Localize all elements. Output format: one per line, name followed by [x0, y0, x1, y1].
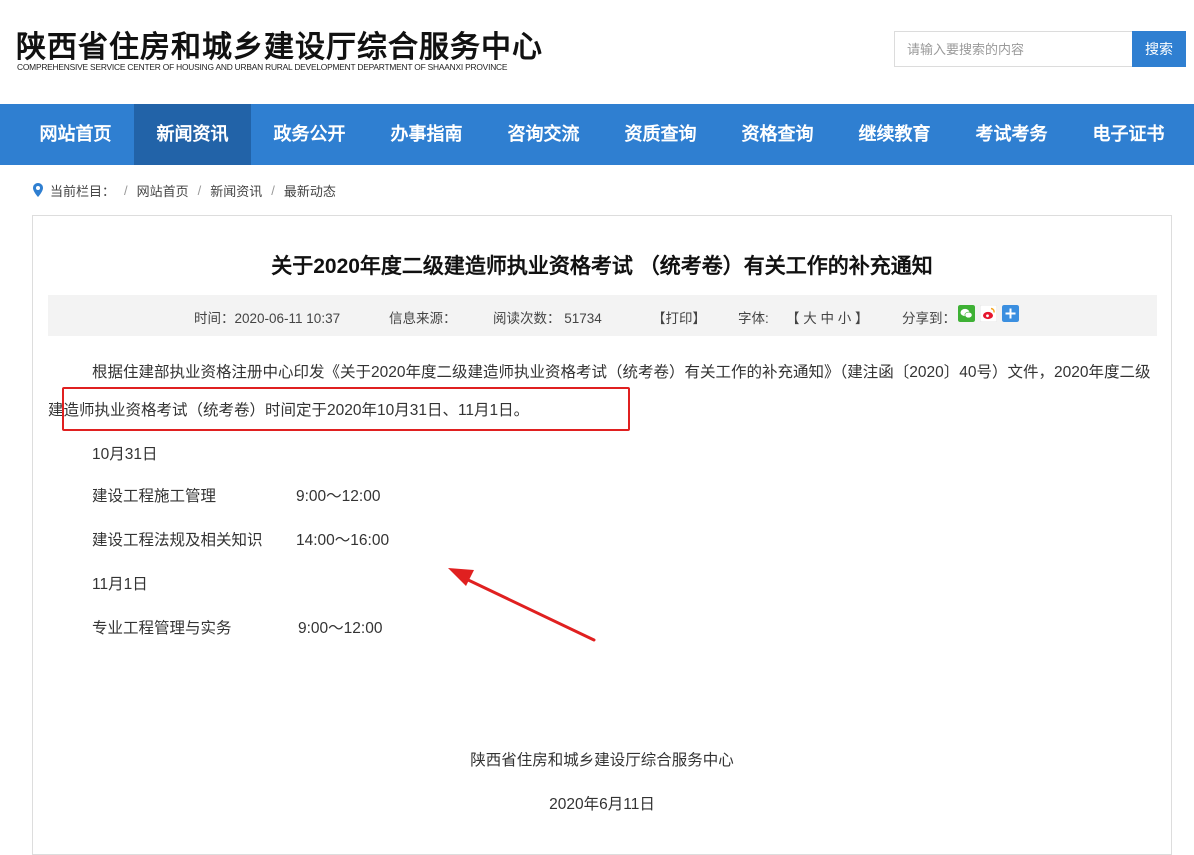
meta-share-label: 分享到：: [902, 311, 956, 326]
schedule-time: 9:00～12:00: [298, 620, 383, 637]
breadcrumb-home[interactable]: 网站首页: [137, 181, 189, 200]
print-link[interactable]: 【打印】: [652, 307, 706, 327]
weibo-icon[interactable]: [980, 305, 997, 322]
share-icons: [958, 305, 1019, 322]
breadcrumb-label: 当前栏目：: [50, 183, 116, 199]
meta-source: 信息来源：: [389, 311, 457, 326]
meta-time: 时间：2020-06-11 10:37: [194, 311, 341, 326]
article-title: 关于2020年度二级建造师执业资格考试 （统考卷）有关工作的补充通知: [271, 255, 933, 278]
nav-item-government-affairs[interactable]: 政务公开: [251, 104, 368, 165]
meta-font-label: 字体:: [738, 311, 769, 326]
wechat-icon[interactable]: [958, 305, 975, 322]
breadcrumb-news[interactable]: 新闻资讯: [210, 181, 262, 200]
nav-item-consultation[interactable]: 咨询交流: [485, 104, 602, 165]
nav-item-continuing-education[interactable]: 继续教育: [836, 104, 953, 165]
more-share-icon[interactable]: [1002, 305, 1019, 322]
schedule-subject: 专业工程管理与实务: [92, 620, 232, 637]
breadcrumb-separator: /: [271, 182, 275, 198]
schedule-time: 14:00～16:00: [296, 532, 390, 549]
main-nav: 网站首页 新闻资讯 政务公开 办事指南 咨询交流 资质查询 资格查询 继续教育 …: [0, 104, 1194, 165]
article-signature: 陕西省住房和城乡建设厅综合服务中心: [470, 752, 734, 769]
breadcrumb-separator: /: [124, 182, 128, 198]
breadcrumb-separator: /: [197, 182, 202, 198]
schedule-day-1: 10月31日: [92, 446, 158, 463]
nav-item-qualification-query[interactable]: 资质查询: [602, 104, 719, 165]
nav-item-home[interactable]: 网站首页: [17, 104, 134, 165]
article-container: 关于2020年度二级建造师执业资格考试 （统考卷）有关工作的补充通知 时间：20…: [32, 215, 1172, 855]
schedule-subject: 建设工程施工管理: [92, 488, 217, 505]
location-pin-icon: [33, 183, 43, 197]
nav-item-e-certificate[interactable]: 电子证书: [1070, 104, 1187, 165]
site-logo-title[interactable]: 陕西省住房和城乡建设厅综合服务中心: [16, 22, 543, 66]
search-input[interactable]: [894, 31, 1132, 67]
site-logo-subtitle: COMPREHENSIVE SERVICE CENTER OF HOUSING …: [17, 62, 508, 72]
site-header: 陕西省住房和城乡建设厅综合服务中心 COMPREHENSIVE SERVICE …: [0, 0, 1194, 104]
article-paragraph: 根据住建部执业资格注册中心印发《关于2020年度二级建造师执业资格考试（统考卷）…: [48, 364, 1151, 419]
breadcrumb-latest[interactable]: 最新动态: [284, 181, 336, 200]
schedule-subject: 建设工程法规及相关知识: [92, 532, 263, 549]
search-button[interactable]: 搜索: [1132, 31, 1186, 67]
font-size-selector[interactable]: 【 大 中 小 】: [786, 307, 869, 327]
meta-reads: 阅读次数： 51734: [493, 311, 602, 326]
schedule-time: 9:00～12:00: [296, 488, 381, 505]
nav-item-news[interactable]: 新闻资讯: [134, 104, 251, 165]
nav-item-certification-query[interactable]: 资格查询: [719, 104, 836, 165]
nav-item-service-guide[interactable]: 办事指南: [368, 104, 485, 165]
breadcrumb: 当前栏目： / 网站首页 / 新闻资讯 / 最新动态: [33, 178, 336, 202]
schedule-day-2: 11月1日: [92, 576, 148, 593]
article-date: 2020年6月11日: [549, 796, 655, 813]
nav-item-exams[interactable]: 考试考务: [953, 104, 1070, 165]
article-meta-bar: 时间：2020-06-11 10:37 信息来源： 阅读次数： 51734 【打…: [48, 295, 1157, 336]
